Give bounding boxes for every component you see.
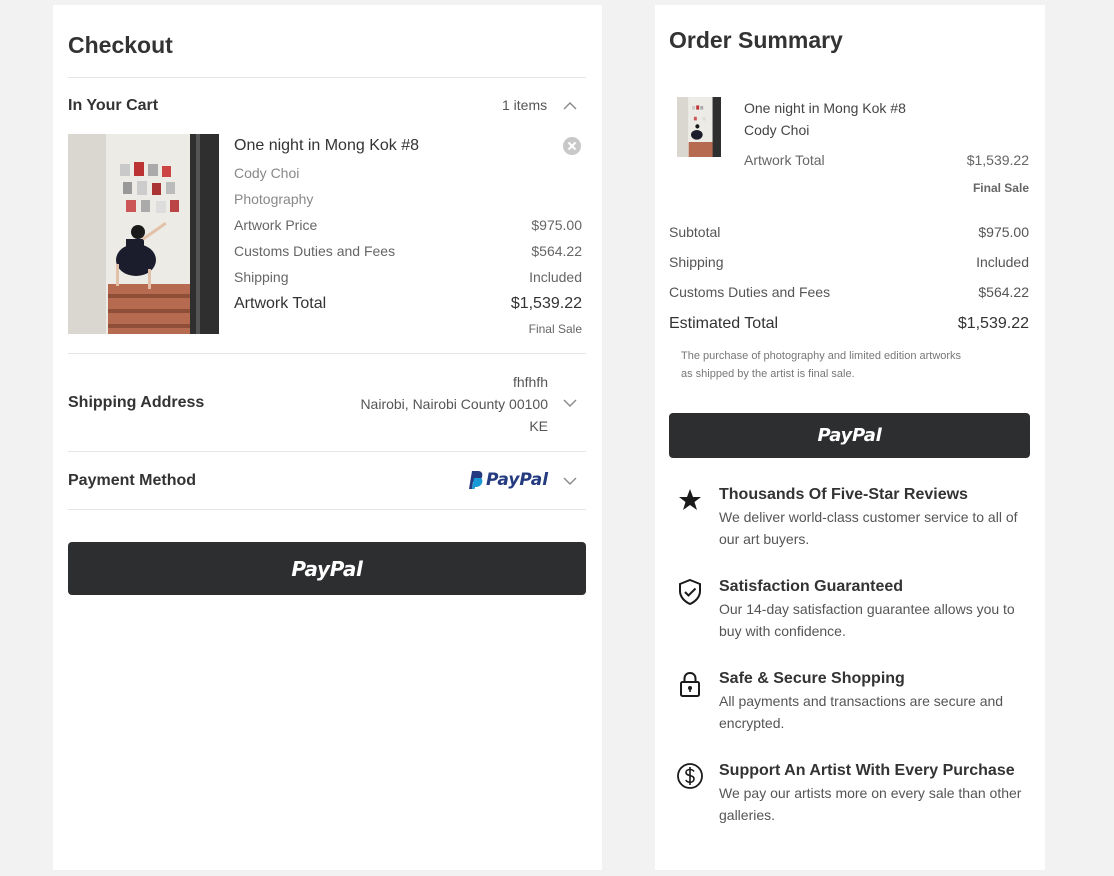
cart-item-medium: Photography	[234, 191, 314, 207]
artwork-price-label: Artwork Price	[234, 217, 318, 233]
checkout-panel: Checkout In Your Cart 1 items One night …	[53, 5, 602, 870]
benefit-text: All payments and transactions are secure…	[719, 693, 1004, 731]
dollar-coin-icon	[677, 763, 703, 789]
final-sale-note-line-1: The purchase of photography and limited …	[681, 350, 962, 362]
shipping-label: Shipping	[234, 269, 289, 285]
estimated-total-value: $1,539.22	[957, 315, 1029, 332]
chevron-down-icon[interactable]	[562, 473, 578, 489]
divider	[68, 77, 586, 78]
address-line-1: fhfhfh	[512, 374, 548, 390]
subtotal-value: $975.00	[978, 224, 1029, 240]
benefit-text: We pay our artists more on every sale th…	[719, 785, 1022, 823]
benefit-title: Satisfaction Guaranteed	[719, 578, 904, 595]
benefit-title: Support An Artist With Every Purchase	[719, 762, 1015, 779]
summary-item-title: One night in Mong Kok #8	[744, 100, 906, 116]
paypal-logo[interactable]: PayPal	[466, 469, 550, 491]
summary-artwork-total-label: Artwork Total	[744, 152, 825, 168]
star-icon	[679, 489, 701, 510]
summary-artwork-total-value: $1,539.22	[966, 152, 1029, 168]
payment-method-title: Payment Method	[68, 472, 197, 489]
final-sale-note-line-2: as shipped by the artist is final sale.	[681, 368, 855, 380]
order-summary-title: Order Summary	[669, 27, 843, 53]
address-line-2: Nairobi, Nairobi County 00100	[360, 396, 548, 412]
chevron-up-icon[interactable]	[562, 98, 578, 114]
summary-artwork-thumbnail[interactable]	[677, 97, 721, 157]
estimated-total-label: Estimated Total	[669, 315, 779, 332]
artwork-image[interactable]	[68, 134, 219, 334]
divider	[68, 509, 586, 510]
subtotal-label: Subtotal	[669, 224, 721, 240]
shipping-address-title: Shipping Address	[68, 394, 205, 411]
cart-item-artist[interactable]: Cody Choi	[234, 165, 299, 181]
shipping-address[interactable]: fhfhfh Nairobi, Nairobi County 00100 KE	[323, 371, 548, 437]
cart-section-title: In Your Cart	[68, 97, 159, 114]
final-sale-badge: Final Sale	[528, 322, 582, 336]
shield-check-icon	[679, 578, 701, 606]
artwork-total-value: $1,539.22	[510, 295, 582, 312]
summary-shipping-label: Shipping	[669, 254, 724, 270]
chevron-down-icon[interactable]	[562, 395, 578, 411]
benefit-title: Thousands Of Five-Star Reviews	[719, 486, 968, 503]
summary-customs-label: Customs Duties and Fees	[669, 284, 831, 300]
paypal-logo-text: PayPal	[486, 470, 549, 490]
artwork-price-value: $975.00	[531, 217, 582, 233]
benefit-text: We deliver world-class customer service …	[719, 509, 1018, 547]
summary-paypal-button-label: PayPal	[817, 425, 882, 446]
cart-item-title[interactable]: One night in Mong Kok #8	[234, 137, 419, 155]
summary-customs-value: $564.22	[978, 284, 1029, 300]
customs-fees-label: Customs Duties and Fees	[234, 243, 396, 259]
final-sale-note: The purchase of photography and limited …	[681, 347, 961, 383]
page-title: Checkout	[68, 32, 173, 58]
benefit-title: Safe & Secure Shopping	[719, 670, 905, 687]
summary-item-artist: Cody Choi	[744, 122, 810, 138]
lock-icon	[680, 671, 700, 697]
paypal-button-label: PayPal	[291, 556, 363, 581]
order-summary-panel: Order Summary One night in Mong Kok #8 C…	[655, 5, 1045, 870]
benefit-text: Our 14-day satisfaction guarantee allows…	[719, 601, 1015, 639]
shipping-value: Included	[529, 269, 582, 285]
customs-fees-value: $564.22	[531, 243, 582, 259]
address-line-3: KE	[529, 418, 548, 434]
paypal-p-icon	[469, 471, 483, 489]
divider	[68, 451, 586, 452]
paypal-checkout-button[interactable]: PayPal	[68, 542, 586, 595]
summary-shipping-value: Included	[976, 254, 1029, 270]
cart-item-count: 1 items	[502, 97, 548, 113]
summary-paypal-button[interactable]: PayPal	[669, 413, 1030, 458]
remove-item-icon[interactable]	[562, 136, 582, 156]
summary-final-sale: Final Sale	[972, 181, 1029, 195]
artwork-total-label: Artwork Total	[234, 295, 327, 312]
divider	[68, 353, 586, 354]
